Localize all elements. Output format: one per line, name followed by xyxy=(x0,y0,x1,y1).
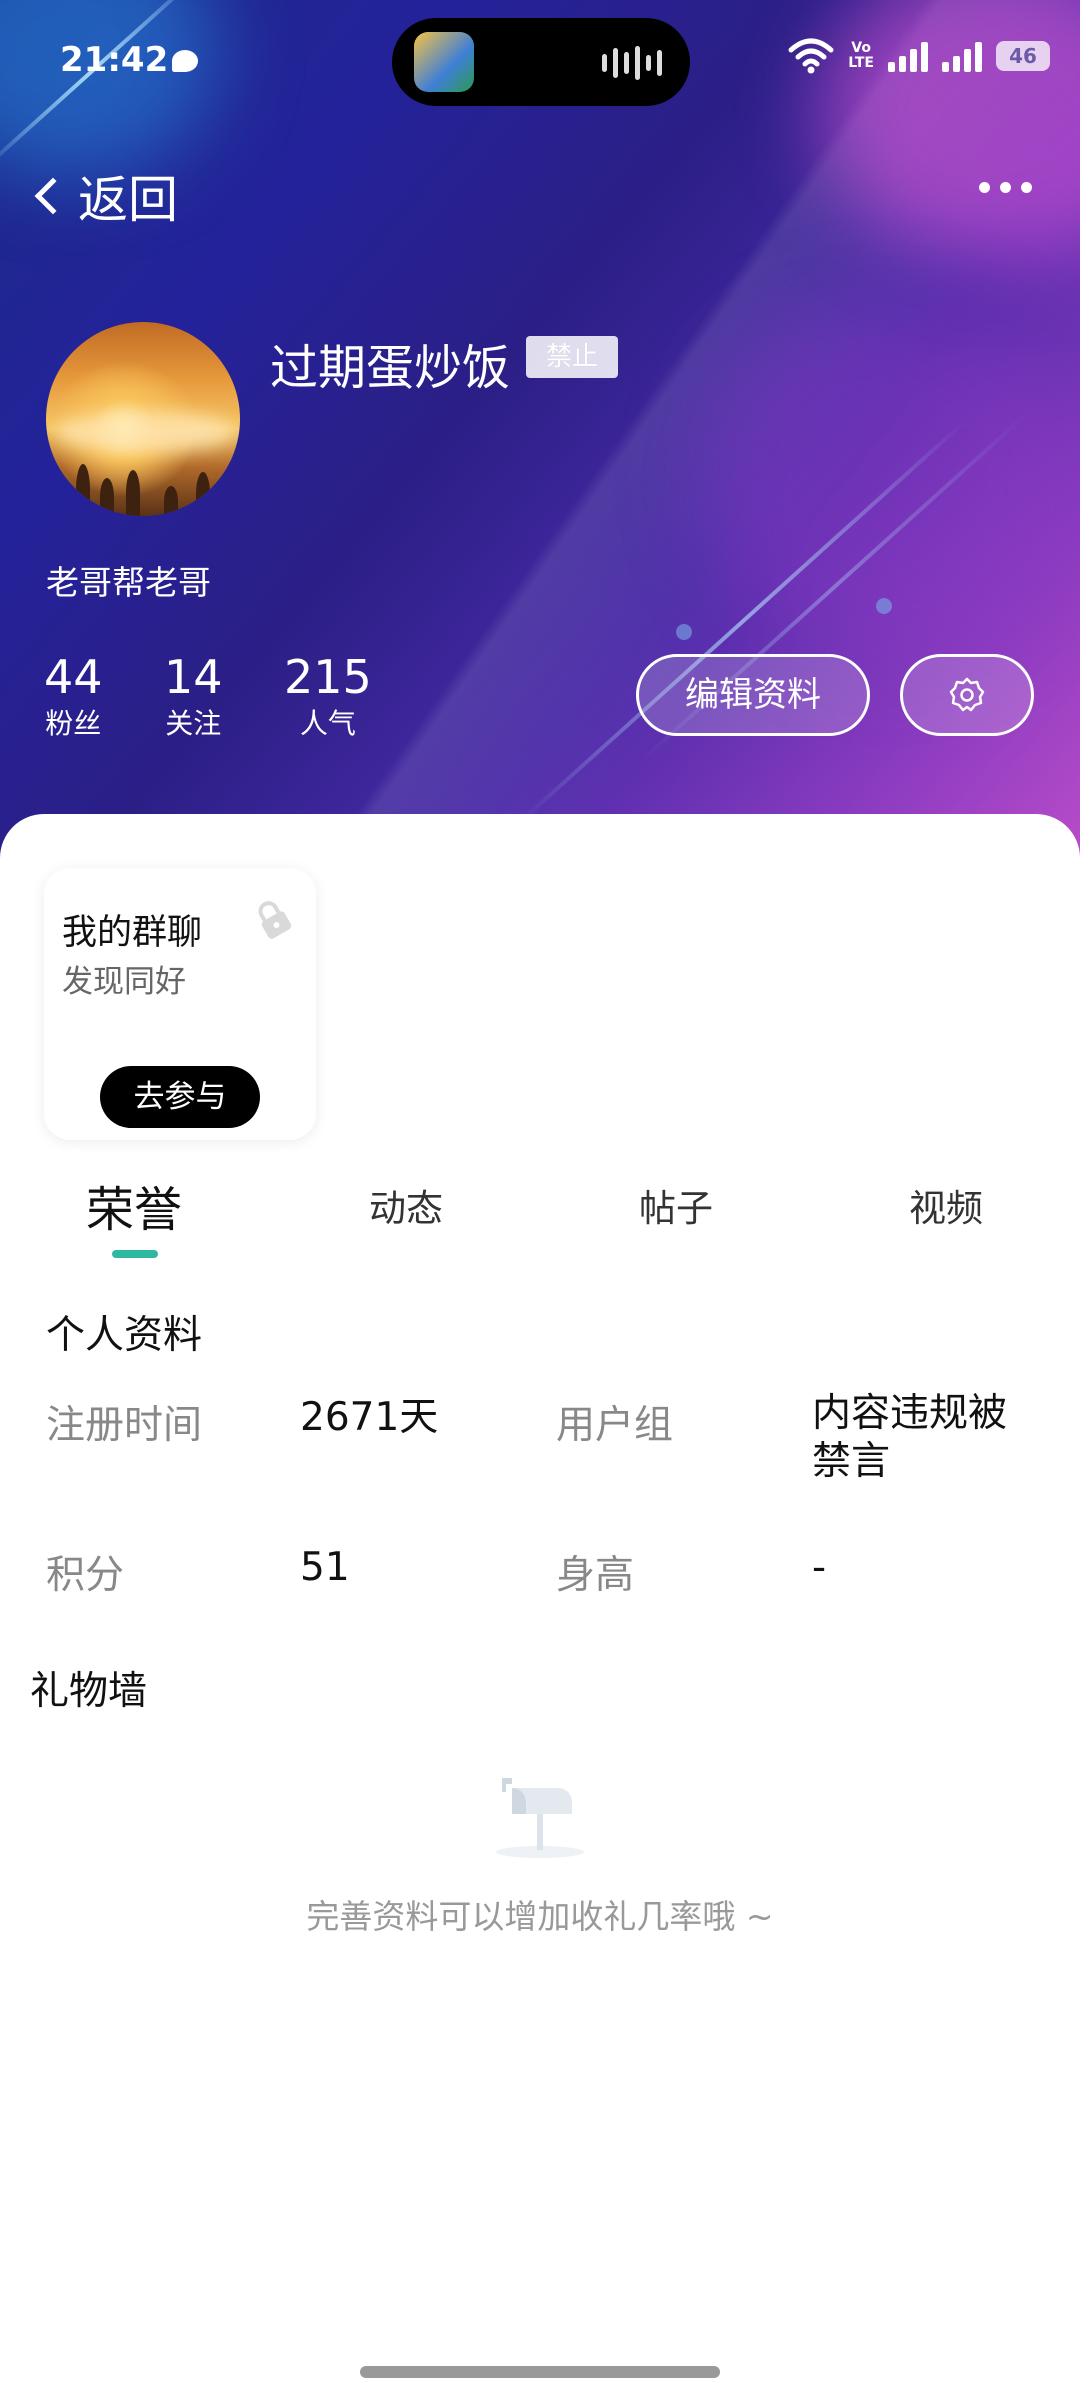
tab-honor[interactable]: 荣誉 xyxy=(54,1170,214,1240)
wifi-icon xyxy=(788,38,834,74)
chevron-left-icon xyxy=(34,177,72,215)
gift-wall-empty-text: 完善资料可以增加收礼几率哦 ~ xyxy=(306,1897,774,1936)
info-value-user-group: 内容违规被 禁言 xyxy=(812,1391,1008,1484)
stat-popularity[interactable]: 215 人气 xyxy=(284,650,372,744)
user-bio: 老哥帮老哥 xyxy=(46,563,211,602)
back-button[interactable]: 返回 xyxy=(30,160,178,232)
stat-following-label: 关注 xyxy=(165,707,222,740)
stat-following-count: 14 xyxy=(164,650,223,704)
lock-icon xyxy=(258,901,292,939)
battery-icon: 46 xyxy=(996,41,1050,71)
signal-2-icon xyxy=(942,40,982,72)
group-chat-card[interactable]: 我的群聊 发现同好 去参与 xyxy=(44,868,316,1140)
signal-1-icon xyxy=(888,40,928,72)
group-card-subtitle: 发现同好 xyxy=(62,964,186,1000)
status-icons: Vo LTE 46 xyxy=(788,38,1050,74)
home-indicator[interactable] xyxy=(360,2366,720,2378)
info-value-points: 51 xyxy=(300,1545,350,1590)
stat-popularity-label: 人气 xyxy=(299,707,356,740)
gear-icon xyxy=(949,677,985,712)
settings-button[interactable] xyxy=(900,654,1034,736)
more-menu-icon[interactable] xyxy=(979,182,1032,193)
dynamic-island[interactable] xyxy=(392,18,690,106)
avatar[interactable] xyxy=(46,322,240,516)
username: 过期蛋炒饭 xyxy=(270,340,511,396)
section-title-profile: 个人资料 xyxy=(46,1313,203,1358)
info-label-user-group: 用户组 xyxy=(556,1403,674,1448)
info-value-register-time: 2671天 xyxy=(300,1395,439,1440)
game-app-icon xyxy=(414,32,474,92)
tab-posts[interactable]: 帖子 xyxy=(596,1178,756,1232)
section-title-gift-wall: 礼物墙 xyxy=(30,1669,148,1714)
info-label-register-time: 注册时间 xyxy=(46,1403,203,1448)
info-label-points: 积分 xyxy=(46,1553,125,1598)
join-button[interactable]: 去参与 xyxy=(100,1066,260,1128)
audio-wave-icon xyxy=(602,46,662,80)
volte-indicator: Vo LTE xyxy=(848,40,874,71)
back-label: 返回 xyxy=(78,171,178,229)
status-time: 21:42 xyxy=(60,40,169,80)
empty-mailbox-icon xyxy=(496,1778,584,1858)
profile-tabs: 荣誉 动态 帖子 视频 xyxy=(0,1170,1080,1250)
chat-notification-icon xyxy=(172,50,198,72)
stat-followers-count: 44 xyxy=(44,650,103,704)
tab-videos[interactable]: 视频 xyxy=(866,1178,1026,1232)
edit-profile-button[interactable]: 编辑资料 xyxy=(636,654,870,736)
info-label-height: 身高 xyxy=(556,1553,635,1598)
stat-followers-label: 粉丝 xyxy=(45,707,102,740)
stat-following[interactable]: 14 关注 xyxy=(164,650,223,744)
tab-active-indicator xyxy=(112,1250,158,1258)
stat-popularity-count: 215 xyxy=(284,650,372,704)
status-badge: 禁止 xyxy=(526,336,618,378)
info-value-height: - xyxy=(812,1545,827,1590)
group-card-title: 我的群聊 xyxy=(62,913,203,953)
stat-followers[interactable]: 44 粉丝 xyxy=(44,650,103,744)
tab-activity[interactable]: 动态 xyxy=(326,1178,486,1232)
